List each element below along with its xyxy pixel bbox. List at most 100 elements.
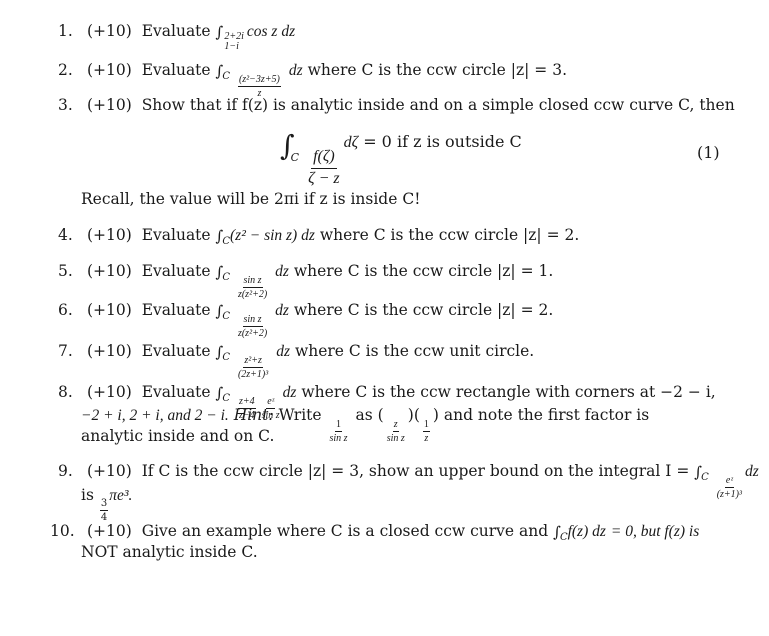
corners-text: −2 + i, 2 + i, and 2 − i.	[81, 407, 229, 424]
problem-verb: Evaluate	[141, 342, 211, 360]
integral-limits: 2+2i 1−i	[224, 32, 244, 52]
problem-2: 2. (+10) Evaluate ∫C (z²−3z+5) z dz where…	[58, 60, 728, 99]
problem-text: and note the first factor is	[443, 406, 650, 424]
integrand-fraction: sin z z(z²+2)	[238, 275, 267, 300]
integral-sign: ∫	[215, 227, 224, 245]
problem-verb: Evaluate	[141, 22, 211, 40]
problem-number: 10.	[50, 522, 75, 540]
contour-label: C	[222, 311, 231, 322]
differential: dz	[275, 302, 289, 319]
numerator: sin z	[242, 275, 263, 288]
problem-points: (+10)	[86, 462, 132, 480]
problem-verb: Evaluate	[141, 262, 211, 280]
problem-number: 8.	[58, 383, 73, 401]
hint-factor-2: 1z	[422, 419, 430, 444]
denominator: ζ − z	[308, 170, 340, 187]
denominator: z(z²+2)	[237, 289, 268, 300]
denominator: sin z	[386, 433, 405, 444]
problem-text-end: = 0, but f(z) is	[610, 523, 700, 540]
integral-sign: ∫	[215, 343, 224, 361]
differential: dz	[288, 62, 303, 79]
problem-5: 5. (+10) Evaluate ∫C sin z z(z²+2) dz whe…	[58, 261, 728, 300]
integrand-fraction: f(ζ) ζ − z	[308, 147, 340, 189]
problem-number: 1.	[58, 22, 73, 40]
problem-4: 4. (+10) Evaluate ∫C(z² − sin z) dz wher…	[58, 225, 728, 252]
lower-limit: 1−i	[224, 41, 239, 52]
integral-sign: ∫	[215, 302, 224, 320]
problem-verb: Evaluate	[141, 301, 211, 319]
problem-text: Give an example where C is a closed ccw …	[141, 522, 549, 540]
problem-number: 3.	[58, 96, 73, 114]
problem-text: where C is the ccw circle |z| = 1.	[293, 262, 554, 280]
denominator: z	[424, 433, 429, 444]
problem-number: 2.	[58, 61, 73, 79]
problem-number: 4.	[58, 226, 73, 244]
denominator: (2z+1)³	[237, 369, 269, 380]
problem-3: 3. (+10) Show that if f(z) is analytic i…	[58, 95, 735, 116]
problem-verb: Evaluate	[141, 383, 211, 401]
problem-text: where C is the ccw rectangle with corner…	[301, 383, 716, 401]
contour-label: C	[222, 393, 231, 404]
problem-9: 9. (+10) If C is the ccw circle |z| = 3,…	[58, 461, 759, 500]
problem-points: (+10)	[86, 226, 132, 244]
numerator: 1	[335, 419, 343, 432]
numerator: z	[392, 419, 399, 432]
equation-number: (1)	[697, 143, 720, 162]
equation-rest: = 0 if z is outside C	[363, 132, 522, 151]
problem-points: (+10)	[86, 522, 132, 540]
problem-points: (+10)	[86, 61, 132, 79]
hint-factor-1: z sin z	[387, 419, 405, 444]
numerator: z²+z	[243, 355, 263, 368]
denominator: (z+1)³	[716, 489, 742, 500]
differential: dz	[275, 263, 289, 280]
denominator: z(z²+2)	[237, 328, 268, 339]
problem-number: 6.	[58, 301, 73, 319]
integral-sign: ∫	[215, 384, 224, 402]
hint-as: as	[355, 406, 373, 424]
contour-label: C	[222, 71, 231, 82]
problem-number: 9.	[58, 462, 73, 480]
problem-number: 7.	[58, 342, 73, 360]
problem-set-document: 1. (+10) Evaluate ∫ 2+2i 1−i cos z dz 2. (+…	[0, 0, 769, 636]
bound-value: πe³.	[109, 487, 133, 504]
contour-label: C	[222, 236, 231, 247]
contour-label: C	[222, 272, 231, 283]
numerator: 3	[99, 498, 109, 511]
integrand-fraction: eᶻ (z+1)³	[717, 475, 742, 500]
numerator: 1	[422, 419, 430, 432]
problem-points: (+10)	[86, 301, 132, 319]
problem-points: (+10)	[86, 96, 132, 114]
recall-note: Recall, the value will be 2πi if z is in…	[81, 190, 421, 208]
problem-number: 5.	[58, 262, 73, 280]
integrand-fraction: sin z z(z²+2)	[238, 314, 267, 339]
integrand: cos z dz	[246, 23, 296, 40]
hint-label: Hint:	[233, 406, 274, 424]
contour-label: C	[290, 151, 300, 164]
integral-sign: ∫	[215, 23, 224, 41]
problem-points: (+10)	[86, 383, 132, 401]
contour-label: C	[701, 472, 709, 483]
differential: dz	[282, 384, 297, 401]
integral-sign: ∫	[694, 463, 703, 481]
integrand: f(z) dz	[567, 523, 606, 540]
differential: dz	[745, 463, 759, 480]
hint-fraction: 1 sin z	[330, 419, 348, 444]
problem-6: 6. (+10) Evaluate ∫C sin z z(z²+2) dz whe…	[58, 300, 728, 339]
numerator: f(ζ)	[311, 147, 337, 169]
problem-9-line-2: is 3 4 πe³.	[81, 485, 132, 523]
problem-points: (+10)	[86, 262, 132, 280]
problem-7: 7. (+10) Evaluate ∫C z²+z (2z+1)³ dz wher…	[58, 341, 728, 380]
differential: dζ	[343, 134, 359, 151]
differential: dz	[276, 343, 290, 360]
contour-label: C	[559, 532, 568, 543]
contour-label: C	[222, 352, 231, 363]
numerator: sin z	[242, 314, 263, 327]
problem-points: (+10)	[86, 22, 132, 40]
problem-8-line-3: analytic inside and on C.	[81, 427, 275, 445]
problem-text: where C is the ccw circle |z| = 2.	[319, 226, 580, 244]
bound-fraction: 34	[99, 498, 109, 523]
problem-text: Show that if f(z) is analytic inside and…	[141, 96, 735, 114]
problem-verb: Evaluate	[141, 61, 211, 79]
integrand-fraction: z²+z (2z+1)³	[238, 355, 268, 380]
problem-verb: Evaluate	[141, 226, 211, 244]
